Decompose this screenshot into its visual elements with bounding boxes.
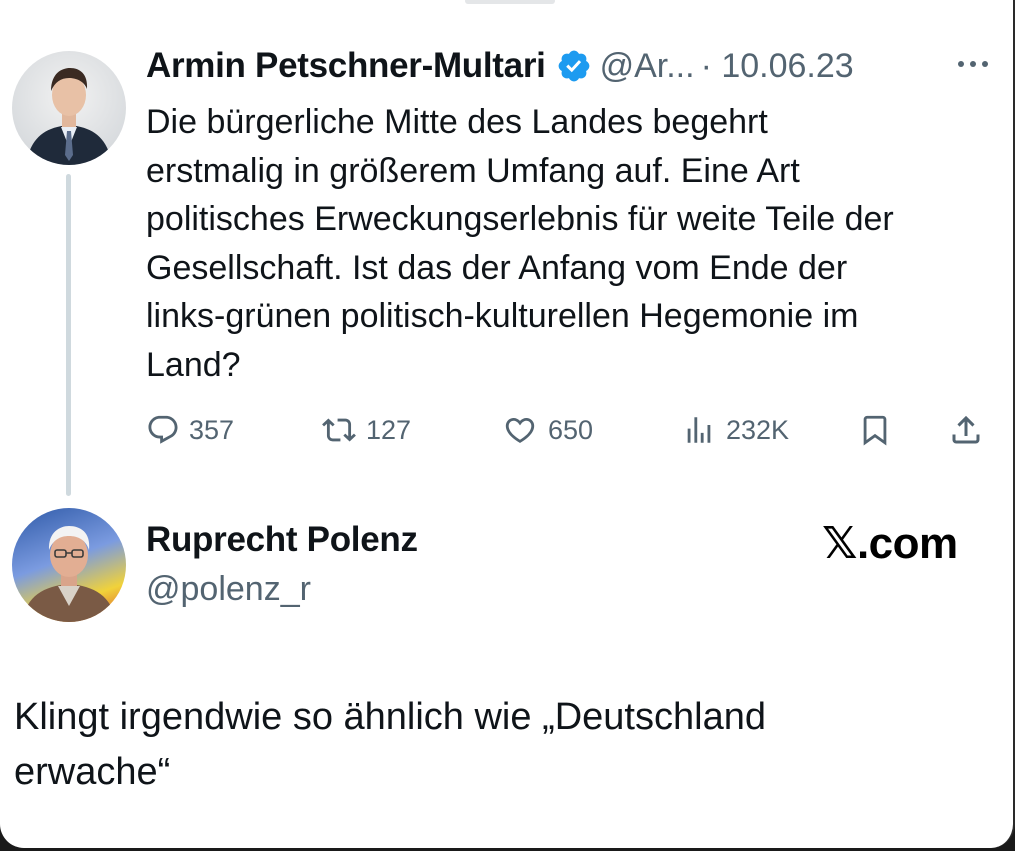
tweet-header: Armin Petschner-Multari @Ar... · 10.06.2…	[146, 46, 854, 86]
x-com-watermark: 𝕏.com	[822, 519, 958, 568]
bookmark-button[interactable]	[858, 408, 892, 452]
reply-author-avatar[interactable]	[12, 508, 126, 622]
views-count: 232K	[726, 414, 790, 445]
cropped-element	[465, 0, 555, 4]
repost-count: 127	[366, 414, 412, 445]
heart-icon	[505, 417, 535, 443]
share-button[interactable]	[948, 408, 984, 452]
share-icon	[952, 415, 980, 444]
person-avatar-icon	[22, 526, 116, 622]
tweet-action-bar: 357 127 650 232K	[146, 408, 996, 452]
verified-badge-icon	[556, 48, 592, 84]
reply-count: 357	[189, 414, 235, 445]
tweet-text: Die bürgerliche Mitte des Landes begehrt…	[146, 103, 894, 384]
author-avatar[interactable]	[12, 51, 126, 165]
reply-author-name[interactable]: Ruprecht Polenz	[146, 520, 418, 559]
repost-icon	[322, 418, 356, 442]
author-handle[interactable]: @Ar...	[600, 47, 695, 86]
tweet-date[interactable]: · 10.06.23	[701, 47, 854, 86]
thread-connector-line	[66, 174, 71, 496]
reply-icon	[148, 415, 178, 444]
views-button[interactable]: 232K	[681, 408, 789, 452]
reply-author-handle[interactable]: @polenz_r	[146, 570, 311, 609]
like-button[interactable]: 650	[501, 408, 593, 452]
more-options-icon[interactable]	[955, 56, 991, 72]
person-avatar-icon	[26, 68, 112, 165]
author-name[interactable]: Armin Petschner-Multari	[146, 46, 546, 86]
views-chart-icon	[687, 417, 711, 443]
screenshot-card: Armin Petschner-Multari @Ar... · 10.06.2…	[0, 0, 1015, 848]
reply-text: Klingt irgendwie so ähnlich wie „Deutsch…	[14, 696, 766, 793]
reply-header: Ruprecht Polenz	[146, 520, 418, 560]
bookmark-icon	[863, 415, 887, 446]
reply-button[interactable]: 357	[146, 408, 234, 452]
repost-button[interactable]: 127	[321, 408, 411, 452]
like-count: 650	[548, 414, 594, 445]
